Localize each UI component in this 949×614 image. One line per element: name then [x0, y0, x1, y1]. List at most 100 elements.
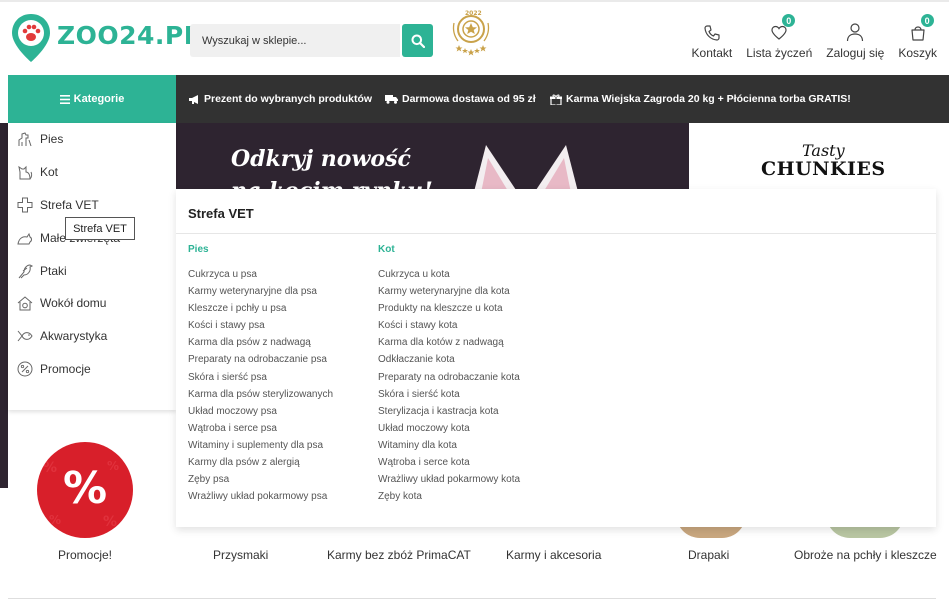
main-navbar: Kategorie Prezent do wybranych produktów… — [8, 75, 949, 123]
menu-link[interactable]: Układ moczowy kota — [378, 420, 520, 437]
sidebar-item-label: Ptaki — [40, 264, 67, 278]
cat-ears-image — [474, 145, 578, 189]
categories-label: Kategorie — [73, 93, 125, 105]
menu-link[interactable]: Karma dla psów z nadwagą — [188, 334, 333, 351]
sidebar-item-label: Pies — [40, 132, 64, 146]
menu-link[interactable]: Karma dla kotów z nadwagą — [378, 334, 520, 351]
hero-banner[interactable]: Odkryj nowość na kocim rynku! Tasty CHUN… — [176, 123, 929, 189]
sidebar-item-akwarystyka[interactable]: Akwarystyka — [16, 326, 107, 346]
sidebar-item-pies[interactable]: Pies — [16, 129, 63, 149]
promo-label: Prezent do wybranych produktów — [204, 93, 373, 105]
award-year: 2022 — [465, 10, 482, 17]
sidebar-item-ptaki[interactable]: Ptaki — [16, 261, 67, 281]
menu-link[interactable]: Odkłaczanie kota — [378, 351, 520, 368]
search-button[interactable] — [402, 24, 433, 57]
promo-karma-gratis[interactable]: Karma Wiejska Zagroda 20 kg + Płócienna … — [550, 75, 851, 123]
truck-icon — [385, 95, 398, 104]
menu-link[interactable]: Karmy weterynaryjne dla psa — [188, 283, 333, 300]
menu-link[interactable]: Wrażliwy układ pokarmowy psa — [188, 488, 333, 505]
mega-menu-strefa-vet: Strefa VET Pies Cukrzyca u psa Karmy wet… — [176, 189, 936, 527]
wishlist-label: Lista życzeń — [746, 46, 813, 60]
brand-line-2: CHUNKIES — [761, 158, 886, 180]
svg-text:%: % — [49, 513, 61, 527]
heart-icon: 0 — [770, 14, 796, 42]
menu-link[interactable]: Karmy weterynaryjne dla kota — [378, 283, 520, 300]
menu-link[interactable]: Układ moczowy psa — [188, 403, 333, 420]
categories-button[interactable]: Kategorie — [8, 75, 176, 123]
menu-link[interactable]: Zęby kota — [378, 488, 520, 505]
promo-free-delivery[interactable]: Darmowa dostawa od 95 zł — [385, 75, 536, 123]
sidebar-item-wokol-domu[interactable]: Wokół domu — [16, 293, 106, 313]
menu-link[interactable]: Produkty na kleszcze u kota — [378, 300, 520, 317]
mega-column-pies: Pies Cukrzyca u psa Karmy weterynaryjne … — [188, 244, 333, 505]
award-badge-icon: 2022 — [446, 9, 496, 59]
menu-link[interactable]: Wątroba i serce kota — [378, 454, 520, 471]
brand-line-1: Tasty — [801, 141, 845, 160]
menu-link[interactable]: Karmy dla psów z alergią — [188, 454, 333, 471]
column-heading-kot[interactable]: Kot — [378, 244, 520, 256]
svg-text:%: % — [43, 460, 57, 476]
menu-link[interactable]: Wątroba i serce psa — [188, 420, 333, 437]
sidebar-item-label: Kot — [40, 165, 59, 179]
column-heading-pies[interactable]: Pies — [188, 244, 333, 256]
category-label-obroze[interactable]: Obroże na pchły i kleszcze — [794, 548, 937, 562]
menu-link[interactable]: Karma dla psów sterylizowanych — [188, 386, 333, 403]
rodent-icon — [17, 232, 32, 245]
contact-link[interactable]: Kontakt — [691, 18, 733, 60]
menu-link[interactable]: Zęby psa — [188, 471, 333, 488]
menu-link[interactable]: Kości i stawy kota — [378, 317, 520, 334]
site-header: ZOO24.PL 2022 — [0, 0, 949, 75]
menu-link[interactable]: Kości i stawy psa — [188, 317, 333, 334]
category-label-drapaki[interactable]: Drapaki — [688, 548, 729, 562]
menu-link[interactable]: Witaminy i suplementy dla psa — [188, 437, 333, 454]
sidebar-item-label: Wokół domu — [40, 296, 107, 310]
promo-label: Karma Wiejska Zagroda 20 kg + Płócienna … — [566, 93, 851, 105]
percent-icon — [17, 361, 33, 377]
megaphone-icon — [189, 94, 198, 104]
menu-link[interactable]: Kleszcze i pchły u psa — [188, 300, 333, 317]
wishlist-count-badge: 0 — [782, 14, 796, 27]
menu-link[interactable]: Skóra i sierść kota — [378, 386, 520, 403]
contact-label: Kontakt — [691, 46, 733, 60]
category-label-promocje[interactable]: Promocje! — [58, 548, 112, 562]
divider — [176, 233, 936, 234]
menu-link[interactable]: Cukrzyca u kota — [378, 266, 520, 283]
house-icon — [17, 296, 33, 311]
brand-logo: Tasty CHUNKIES — [761, 141, 886, 180]
login-link[interactable]: Zaloguj się — [826, 18, 884, 60]
menu-link[interactable]: Cukrzyca u psa — [188, 266, 333, 283]
category-label-przysmaki[interactable]: Przysmaki — [213, 548, 268, 562]
bird-icon — [18, 264, 34, 279]
brand-panel: Tasty CHUNKIES — [689, 123, 929, 189]
cart-link[interactable]: 0 Koszyk — [898, 14, 937, 60]
menu-link[interactable]: Wrażliwy układ pokarmowy kota — [378, 471, 520, 488]
cat-icon — [18, 165, 33, 180]
banner-line-1: Odkryj nowość — [231, 146, 411, 172]
page-background-strip — [0, 123, 8, 488]
sidebar-item-label: Promocje — [40, 362, 91, 376]
search-bar — [190, 24, 433, 57]
banner-headline: Odkryj nowość na kocim rynku! — [231, 143, 433, 189]
fish-icon — [17, 330, 33, 342]
category-label-karmy-akcesoria[interactable]: Karmy i akcesoria — [506, 548, 601, 562]
menu-link[interactable]: Skóra i sierść psa — [188, 369, 333, 386]
medical-cross-icon — [17, 197, 33, 213]
sidebar-item-kot[interactable]: Kot — [16, 162, 58, 182]
phone-icon — [703, 18, 721, 42]
sidebar-item-strefa-vet[interactable]: Strefa VET — [16, 195, 99, 215]
wishlist-link[interactable]: 0 Lista życzeń — [746, 14, 813, 60]
sidebar-item-promocje[interactable]: Promocje — [16, 359, 91, 379]
sidebar-item-label: Strefa VET — [40, 198, 99, 212]
menu-link[interactable]: Sterylizacja i kastracja kota — [378, 403, 520, 420]
cart-label: Koszyk — [898, 46, 937, 60]
category-label-primacat[interactable]: Karmy bez zbóż PrimaCAT — [327, 548, 471, 562]
banner-line-2: na kocim rynku! — [231, 175, 433, 189]
promo-category-image[interactable]: % % % % % — [37, 442, 133, 538]
logo[interactable]: ZOO24.PL — [10, 12, 200, 64]
search-input[interactable] — [190, 24, 400, 57]
menu-link[interactable]: Preparaty na odrobaczanie kota — [378, 369, 520, 386]
promo-gift-products[interactable]: Prezent do wybranych produktów — [188, 75, 372, 123]
user-icon — [846, 18, 864, 42]
menu-link[interactable]: Preparaty na odrobaczanie psa — [188, 351, 333, 368]
menu-link[interactable]: Witaminy dla kota — [378, 437, 520, 454]
